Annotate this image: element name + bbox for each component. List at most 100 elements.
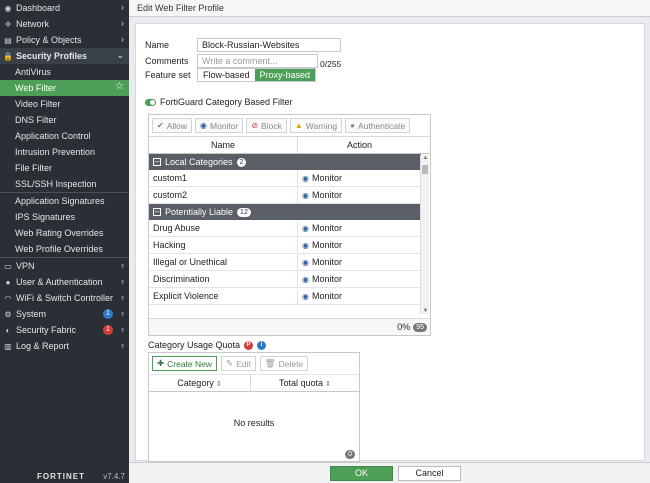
sidebar-item-video-filter[interactable]: Video Filter xyxy=(0,96,129,112)
chevron-right-icon: › xyxy=(121,308,124,318)
toolbar-button-label: Warning xyxy=(305,120,338,131)
collapse-icon[interactable]: – xyxy=(153,208,161,216)
trash-icon: 🗑 xyxy=(264,358,276,368)
sidebar-item-antivirus[interactable]: AntiVirus xyxy=(0,64,129,80)
monitor-button[interactable]: ◉ Monitor xyxy=(195,118,244,133)
category-action: ◉ Monitor xyxy=(298,254,421,270)
scroll-thumb[interactable] xyxy=(422,165,428,174)
category-group-header[interactable]: – Local Categories 2 xyxy=(149,154,421,170)
sidebar-item-file-filter[interactable]: File Filter xyxy=(0,160,129,176)
action-label: Monitor xyxy=(311,223,342,233)
eye-icon: ◉ xyxy=(302,241,309,250)
sidebar-item-application-signatures[interactable]: Application Signatures xyxy=(0,193,129,209)
category-table-header: Name Action xyxy=(149,137,430,154)
edit-button[interactable]: ✎ Edit xyxy=(221,356,256,371)
cancel-button[interactable]: Cancel xyxy=(398,466,461,481)
chevron-right-icon: › xyxy=(121,276,124,286)
column-header-action[interactable]: Action xyxy=(298,137,421,153)
notification-badge: 1 xyxy=(103,309,113,319)
wifi-icon: ◠ xyxy=(4,293,12,303)
table-row[interactable]: Drug Abuse ◉ Monitor xyxy=(149,220,421,237)
sidebar-item-label: DNS Filter xyxy=(15,115,57,125)
user-icon: ● xyxy=(350,121,355,130)
category-name: Discrimination xyxy=(149,271,298,287)
table-row[interactable]: custom2 ◉ Monitor xyxy=(149,187,421,204)
create-new-button[interactable]: ✚ Create New xyxy=(152,356,218,371)
lock-icon: 🔒 xyxy=(3,51,13,61)
flow-based-option[interactable]: Flow-based xyxy=(198,69,255,81)
block-button[interactable]: ⊘ Block xyxy=(246,118,287,133)
scroll-down-icon[interactable]: ▼ xyxy=(421,308,430,314)
info-icon[interactable]: i xyxy=(257,340,267,350)
comments-input[interactable] xyxy=(197,54,318,68)
report-icon: ▥ xyxy=(4,341,12,351)
sidebar-item-policy-objects[interactable]: ▤ Policy & Objects › xyxy=(0,32,129,48)
toolbar-button-label: Authenticate xyxy=(357,120,406,131)
sort-icon: ⇕ xyxy=(325,381,331,388)
sidebar-item-wifi-switch-controller[interactable]: ◠ WiFi & Switch Controller › xyxy=(0,290,129,306)
category-action: ◉ Monitor xyxy=(298,220,421,236)
eye-icon: ◉ xyxy=(302,258,309,267)
sidebar-item-ssl-ssh-inspection[interactable]: SSL/SSH Inspection xyxy=(0,176,129,192)
allow-button[interactable]: ✔ Allow xyxy=(152,118,193,133)
sidebar-item-ips-signatures[interactable]: IPS Signatures xyxy=(0,209,129,225)
category-scrollbar[interactable]: ▲ ▼ xyxy=(420,155,429,314)
category-action: ◉ Monitor xyxy=(298,271,421,287)
table-row[interactable]: Explicit Violence ◉ Monitor xyxy=(149,288,421,305)
category-toolbar: ✔ Allow ◉ Monitor ⊘ Block ▲ Warning ● Authenticat… xyxy=(149,115,430,137)
warning-icon: ▲ xyxy=(294,121,303,130)
no-results-message: No results xyxy=(233,418,275,428)
group-name: Local Categories xyxy=(165,157,233,167)
sidebar-item-label: Application Signatures xyxy=(15,196,105,206)
column-header-category[interactable]: Category ⇕ xyxy=(149,375,251,391)
sidebar-item-security-fabric[interactable]: ◐ Security Fabric 1 › xyxy=(0,322,129,338)
proxy-based-option[interactable]: Proxy-based xyxy=(254,69,316,81)
sidebar-item-label: Web Profile Overrides xyxy=(15,244,103,254)
eye-icon: ◉ xyxy=(302,191,309,200)
name-input[interactable] xyxy=(197,38,341,52)
sidebar-item-label: User & Authentication xyxy=(16,277,103,287)
sidebar-item-system[interactable]: ⚙ System 1 › xyxy=(0,306,129,322)
sidebar-item-intrusion-prevention[interactable]: Intrusion Prevention xyxy=(0,144,129,160)
table-row[interactable]: Hacking ◉ Monitor xyxy=(149,237,421,254)
sidebar-item-security-profiles[interactable]: 🔒 Security Profiles ⌄ xyxy=(0,48,129,64)
authenticate-button[interactable]: ● Authenticate xyxy=(345,118,411,133)
column-header-name[interactable]: Name xyxy=(149,137,298,153)
footer-total-badge: 95 xyxy=(413,322,427,332)
delete-button[interactable]: 🗑 Delete xyxy=(259,356,309,371)
column-header-total-quota[interactable]: Total quota ⇕ xyxy=(251,375,359,391)
sidebar-item-web-filter[interactable]: Web Filter ☆ xyxy=(0,80,129,96)
sidebar-item-application-control[interactable]: Application Control xyxy=(0,128,129,144)
sidebar-item-web-profile-overrides[interactable]: Web Profile Overrides xyxy=(0,241,129,257)
sidebar-item-dns-filter[interactable]: DNS Filter xyxy=(0,112,129,128)
sidebar-item-user-authentication[interactable]: ● User & Authentication › xyxy=(0,274,129,290)
feature-set-toggle: Flow-based Proxy-based xyxy=(197,68,317,82)
quota-table: ✚ Create New ✎ Edit 🗑 Delete Category ⇕ T… xyxy=(148,352,360,462)
fortiguard-label: FortiGuard Category Based Filter xyxy=(160,97,293,107)
fortiguard-toggle[interactable] xyxy=(145,98,156,106)
comments-row: Comments 0/255 xyxy=(145,53,341,69)
action-label: Monitor xyxy=(311,257,342,267)
category-name: Hacking xyxy=(149,237,298,253)
chevron-right-icon: › xyxy=(121,34,124,44)
table-row[interactable]: Discrimination ◉ Monitor xyxy=(149,271,421,288)
sidebar-item-vpn[interactable]: ▭ VPN › xyxy=(0,258,129,274)
eye-icon: ◉ xyxy=(302,224,309,233)
table-row[interactable]: Illegal or Unethical ◉ Monitor xyxy=(149,254,421,271)
favorite-star-icon[interactable]: ☆ xyxy=(115,81,124,92)
sidebar-item-log-report[interactable]: ▥ Log & Report › xyxy=(0,338,129,354)
network-icon: ✛ xyxy=(4,19,12,29)
collapse-icon[interactable]: – xyxy=(153,158,161,166)
sidebar-item-dashboard[interactable]: ◉ Dashboard › xyxy=(0,0,129,16)
main-area: Edit Web Filter Profile Name Comments 0/… xyxy=(129,0,650,483)
category-group-header[interactable]: – Potentially Liable 12 xyxy=(149,204,421,220)
sidebar-item-label: Log & Report xyxy=(16,341,70,351)
sidebar-item-network[interactable]: ✛ Network › xyxy=(0,16,129,32)
action-label: Monitor xyxy=(311,240,342,250)
sidebar-item-web-rating-overrides[interactable]: Web Rating Overrides xyxy=(0,225,129,241)
group-count-badge: 2 xyxy=(236,157,247,167)
scroll-up-icon[interactable]: ▲ xyxy=(421,155,430,161)
table-row[interactable]: custom1 ◉ Monitor xyxy=(149,170,421,187)
ok-button[interactable]: OK xyxy=(330,466,393,481)
warning-button[interactable]: ▲ Warning xyxy=(289,118,343,133)
